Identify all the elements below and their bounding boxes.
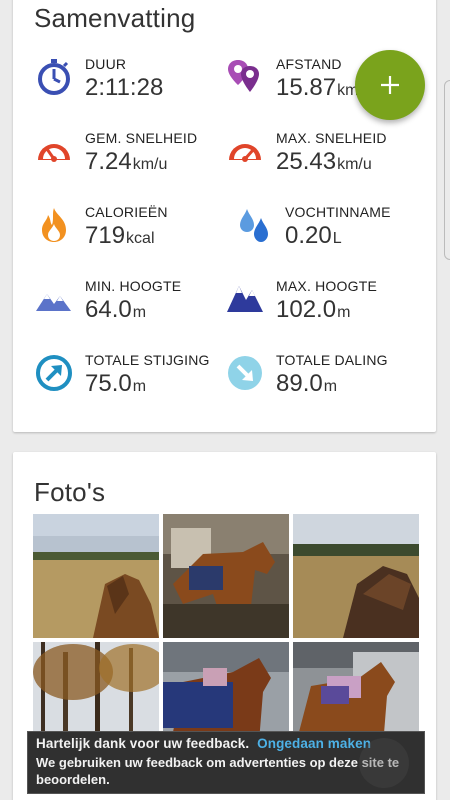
stat-label: AFSTAND [276, 56, 342, 72]
stat-min-altitude: MIN. HOOGTE 64.0m [35, 278, 225, 338]
stat-label: DUUR [85, 56, 127, 72]
descent-arrow-icon [226, 354, 264, 392]
side-panel-edge[interactable] [444, 80, 450, 260]
stat-value: 64.0m [85, 296, 147, 323]
water-drops-icon [235, 206, 273, 244]
photo-thumbnail[interactable] [33, 514, 159, 638]
mountain-low-icon [35, 280, 73, 318]
stopwatch-icon [35, 58, 73, 96]
stat-hydration: VOCHTINNAME 0.20L [235, 204, 425, 264]
stat-value: 89.0m [276, 370, 338, 397]
stat-value: 0.20L [285, 222, 342, 249]
stat-total-descent: TOTALE DALING 89.0m [226, 352, 416, 412]
photo-thumbnail[interactable] [163, 514, 289, 638]
stat-max-speed: MAX. SNELHEID 25.43km/u [226, 130, 416, 190]
stat-label: MAX. SNELHEID [276, 130, 387, 146]
ascent-arrow-icon [35, 354, 73, 392]
speedometer-max-icon [226, 132, 264, 170]
stat-value: 719kcal [85, 222, 155, 249]
stat-label: TOTALE STIJGING [85, 352, 210, 368]
stat-total-ascent: TOTALE STIJGING 75.0m [35, 352, 225, 412]
stat-value: 7.24km/u [85, 148, 168, 175]
stat-max-altitude: MAX. HOOGTE 102.0m [226, 278, 416, 338]
stat-label: VOCHTINNAME [285, 204, 391, 220]
stat-label: MIN. HOOGTE [85, 278, 182, 294]
summary-title: Samenvatting [34, 3, 196, 33]
photos-title: Foto's [34, 477, 106, 507]
snackbar-message: Hartelijk dank voor uw feedback. [36, 736, 250, 751]
stat-label: GEM. SNELHEID [85, 130, 198, 146]
stat-value: 75.0m [85, 370, 147, 397]
photo-thumbnail[interactable] [293, 514, 419, 638]
plus-icon [381, 76, 399, 94]
undo-link[interactable]: Ongedaan maken [257, 736, 371, 751]
background-button [359, 738, 409, 788]
stat-duration: DUUR 2:11:28 [35, 56, 225, 116]
location-pins-icon [226, 58, 264, 96]
stat-value: 25.43km/u [276, 148, 372, 175]
mountain-high-icon [226, 280, 264, 318]
stat-avg-speed: GEM. SNELHEID 7.24km/u [35, 130, 225, 190]
speedometer-icon [35, 132, 73, 170]
stat-value: 2:11:28 [85, 74, 164, 101]
stat-label: CALORIEËN [85, 204, 168, 220]
stat-calories: CALORIEËN 719kcal [35, 204, 225, 264]
snackbar-message-row: Hartelijk dank voor uw feedback. Ongedaa… [36, 736, 416, 751]
stat-label: MAX. HOOGTE [276, 278, 377, 294]
stat-label: TOTALE DALING [276, 352, 388, 368]
stat-value: 15.87km [276, 74, 359, 101]
flame-icon [35, 206, 73, 244]
add-button[interactable] [355, 50, 425, 120]
stat-value: 102.0m [276, 296, 351, 323]
